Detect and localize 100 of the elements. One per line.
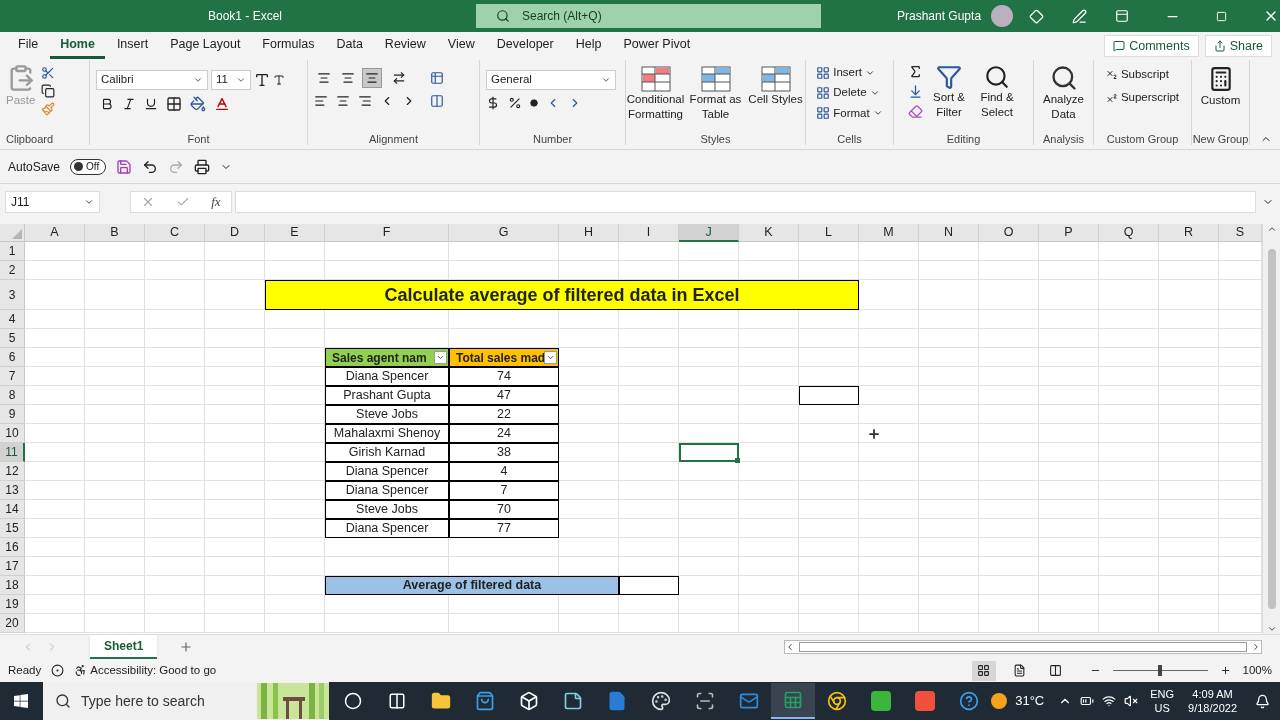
comments-button[interactable]: Comments <box>1104 35 1199 57</box>
menu-tab[interactable]: Insert <box>106 33 159 59</box>
print-preview-icon[interactable] <box>194 158 211 175</box>
row-header[interactable]: 11 <box>0 443 25 462</box>
row-header[interactable]: 5 <box>0 329 25 348</box>
menu-tab[interactable]: Home <box>50 33 105 59</box>
column-header[interactable]: M <box>859 224 919 242</box>
vertical-align-button[interactable] <box>362 68 382 88</box>
bold-icon[interactable] <box>100 97 114 111</box>
align-right-icon[interactable] <box>358 94 372 108</box>
horizontal-scrollbar[interactable] <box>784 640 1262 654</box>
menu-tab[interactable]: File <box>8 33 49 59</box>
column-header[interactable]: H <box>559 224 619 242</box>
notifications-icon[interactable] <box>1255 693 1270 709</box>
row-header[interactable]: 8 <box>0 386 25 405</box>
macro-record-icon[interactable] <box>51 664 65 677</box>
align-center-icon[interactable] <box>336 94 350 108</box>
percent-icon[interactable] <box>508 96 522 110</box>
orientation-icon[interactable] <box>392 71 406 85</box>
ribbon-display-icon[interactable] <box>1115 9 1130 23</box>
menu-tab[interactable]: Developer <box>486 33 564 59</box>
row-header[interactable]: 13 <box>0 481 25 500</box>
column-header[interactable]: K <box>739 224 799 242</box>
editing-button[interactable]: Sort & Filter <box>927 64 971 134</box>
column-header[interactable]: P <box>1039 224 1099 242</box>
row-header[interactable]: 1 <box>0 242 25 261</box>
menu-tab[interactable]: Help <box>565 33 612 59</box>
row-header[interactable]: 16 <box>0 538 25 557</box>
copy-icon[interactable] <box>41 84 56 98</box>
row-header[interactable]: 14 <box>0 500 25 519</box>
row-header[interactable]: 10 <box>0 424 25 443</box>
shrink-font-icon[interactable] <box>273 74 285 86</box>
script-button[interactable]: Superscript <box>1105 89 1180 107</box>
menu-tab[interactable]: View <box>437 33 485 59</box>
column-header[interactable]: L <box>799 224 859 242</box>
zoom-slider-thumb[interactable] <box>1158 665 1163 676</box>
menu-tab[interactable]: Data <box>326 33 373 59</box>
column-header[interactable]: F <box>325 224 449 242</box>
row-header[interactable]: 4 <box>0 310 25 329</box>
column-header[interactable]: E <box>265 224 325 242</box>
script-button[interactable]: Subscript <box>1105 66 1180 84</box>
clock[interactable]: 4:09 AM 9/18/2022 <box>1188 687 1237 715</box>
undo-icon[interactable] <box>142 158 159 175</box>
scroll-thumb[interactable] <box>799 642 1247 652</box>
row-header[interactable]: 12 <box>0 462 25 481</box>
column-header[interactable]: A <box>25 224 85 242</box>
sheet-tab[interactable]: Sheet1 <box>90 635 158 659</box>
cells-button[interactable]: Insert <box>816 64 883 82</box>
pen-icon[interactable] <box>1072 8 1088 24</box>
weather-widget[interactable]: 31°C <box>991 691 1045 711</box>
column-header[interactable]: G <box>449 224 559 242</box>
taskbar-search-field[interactable]: Type here to search <box>42 682 330 720</box>
scroll-thumb[interactable] <box>1267 249 1276 609</box>
fill-color-icon[interactable] <box>190 96 206 112</box>
merge-center-icon[interactable] <box>430 94 444 108</box>
row-header[interactable]: 15 <box>0 519 25 538</box>
row-header[interactable]: 9 <box>0 405 25 424</box>
search-field[interactable]: Search (Alt+Q) <box>476 4 821 28</box>
column-header[interactable]: J <box>679 224 739 242</box>
formula-field[interactable] <box>235 191 1256 213</box>
accessibility-status[interactable]: Accessibility: Good to go <box>74 661 217 680</box>
menu-tab[interactable]: Review <box>374 33 436 59</box>
row-header[interactable]: 2 <box>0 261 25 280</box>
insert-function-button[interactable]: fx <box>211 192 221 212</box>
cells-button[interactable]: Format <box>816 104 883 122</box>
column-header[interactable]: Q <box>1099 224 1159 242</box>
row-header[interactable]: 19 <box>0 595 25 614</box>
column-header[interactable]: S <box>1219 224 1262 242</box>
autosum-icon[interactable] <box>908 64 923 79</box>
filter-dropdown-button[interactable] <box>434 351 447 364</box>
currency-icon[interactable] <box>486 96 500 110</box>
menu-tab[interactable]: Formulas <box>252 33 325 59</box>
zoom-slider[interactable] <box>1112 665 1208 676</box>
restore-icon[interactable] <box>1216 10 1228 22</box>
styles-button[interactable]: Format as Table <box>687 66 744 134</box>
menu-tab[interactable]: Power Pivot <box>613 33 701 59</box>
cells-button[interactable]: Delete <box>816 84 883 102</box>
row-header[interactable]: 7 <box>0 367 25 386</box>
align-left-icon[interactable] <box>314 94 328 108</box>
grow-font-icon[interactable] <box>254 72 270 88</box>
column-header[interactable]: I <box>619 224 679 242</box>
underline-icon[interactable] <box>144 97 158 111</box>
italic-icon[interactable] <box>122 97 136 111</box>
vertical-scrollbar[interactable] <box>1262 224 1280 634</box>
editing-button[interactable]: Find & Select <box>975 64 1019 134</box>
row-header[interactable]: 17 <box>0 557 25 576</box>
comma-style-icon[interactable] <box>530 99 538 107</box>
column-header[interactable]: O <box>979 224 1039 242</box>
row-header[interactable]: 3 <box>0 280 25 310</box>
styles-button[interactable]: Conditional Formatting <box>627 66 684 134</box>
column-header[interactable]: N <box>919 224 979 242</box>
battery-icon[interactable] <box>1080 694 1095 708</box>
active-cell[interactable] <box>679 443 739 462</box>
language-indicator[interactable]: ENG US <box>1150 687 1175 715</box>
row-header[interactable]: 20 <box>0 614 25 633</box>
column-header[interactable]: C <box>145 224 205 242</box>
cut-icon[interactable] <box>41 66 56 80</box>
name-box[interactable]: J11 <box>5 191 100 213</box>
diamond-icon[interactable] <box>1029 8 1045 24</box>
zoom-in-icon[interactable] <box>1219 665 1231 676</box>
